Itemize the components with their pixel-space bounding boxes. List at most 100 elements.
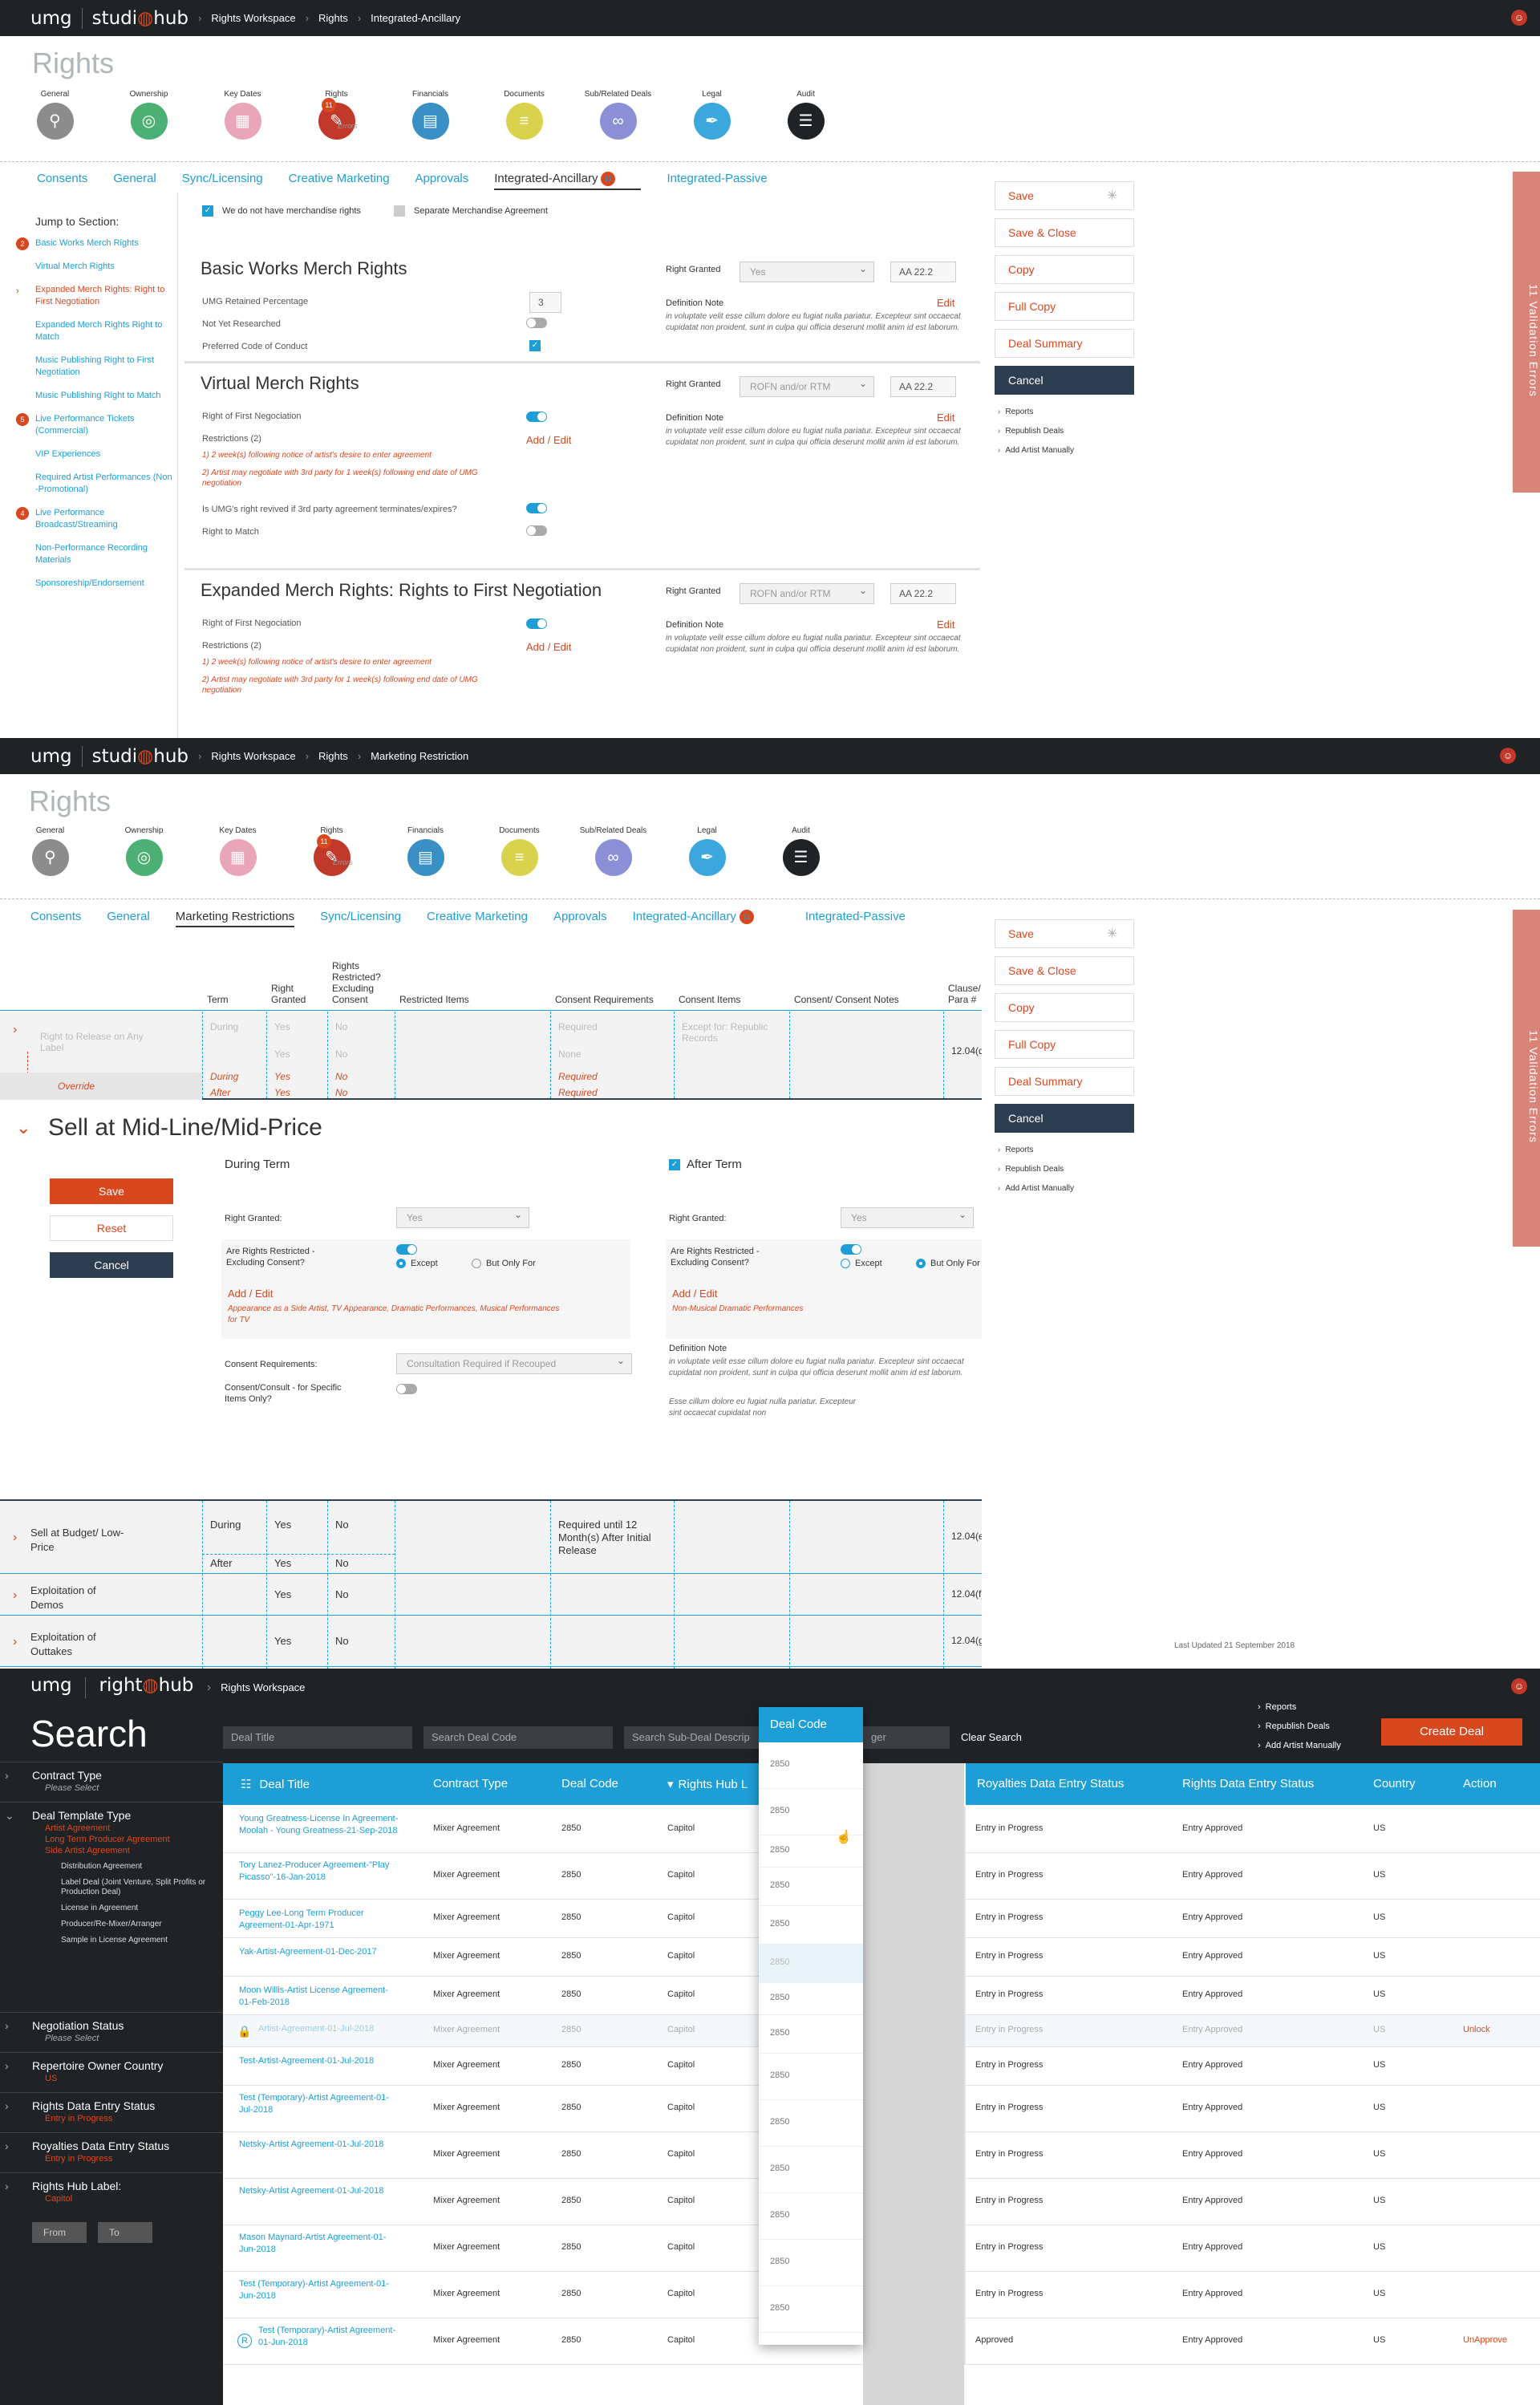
label-search[interactable]: ger bbox=[863, 1726, 950, 1749]
filter-rights-hub-label-[interactable]: › Rights Hub Label: Capitol bbox=[0, 2172, 223, 2212]
breadcrumb-item[interactable]: Rights bbox=[318, 750, 348, 762]
nav-financials[interactable]: Financials ▤ bbox=[379, 817, 472, 876]
consent-consult-toggle[interactable] bbox=[396, 1384, 417, 1394]
jump-link[interactable]: Live Performance Broadcast/Streaming 4 bbox=[16, 507, 177, 531]
full-copy-button[interactable]: Full Copy bbox=[995, 292, 1134, 321]
column-header[interactable]: Royalties Data Entry Status bbox=[977, 1777, 1124, 1791]
validation-errors-tab[interactable]: 11 Validation Errors bbox=[1513, 172, 1540, 493]
column-header[interactable]: Country bbox=[1373, 1777, 1416, 1791]
jump-link[interactable]: Expanded Merch Rights: Right to First Ne… bbox=[16, 284, 177, 308]
but-only-radio[interactable]: But Only For bbox=[472, 1259, 536, 1269]
user-icon[interactable]: ☺ bbox=[1511, 10, 1527, 26]
deal-title-link[interactable]: Test (Temporary)-Artist Agreement-01-Jul… bbox=[239, 2092, 399, 2116]
deal-title-link[interactable]: Netsky-Artist Agreement-01-Jul-2018 bbox=[239, 2139, 399, 2151]
lock-icon[interactable]: 🔒 bbox=[237, 2025, 251, 2038]
save-button[interactable]: Save bbox=[50, 1178, 173, 1204]
except-radio[interactable]: Except bbox=[396, 1259, 438, 1269]
side-link[interactable]: › Add Artist Manually bbox=[998, 446, 1074, 455]
reset-button[interactable]: Reset bbox=[50, 1215, 173, 1241]
conduct-checkbox[interactable]: ✓ bbox=[529, 340, 541, 351]
nav-legal[interactable]: Legal ✒ bbox=[660, 817, 754, 876]
deal-title-search[interactable]: Deal Title bbox=[223, 1726, 412, 1749]
no-merch-checkbox[interactable]: ✓ bbox=[202, 205, 213, 217]
except-radio[interactable]: Except bbox=[841, 1259, 882, 1269]
jump-link[interactable]: Music Publishing Right to First Negotiat… bbox=[35, 355, 177, 379]
right-granted-select[interactable]: ROFN and/or RTM bbox=[740, 581, 874, 604]
retained-percentage-input[interactable]: 3 bbox=[529, 292, 561, 313]
nav-rights[interactable]: Rights ✎ 11 Errors bbox=[290, 80, 383, 140]
deal-title-link[interactable]: Test (Temporary)-Artist Agreement-01-Jun… bbox=[258, 2325, 399, 2349]
tab-marketing-restrictions[interactable]: Marketing Restrictions bbox=[175, 910, 295, 927]
column-header[interactable]: Action bbox=[1463, 1777, 1497, 1791]
column-header[interactable]: Deal Code bbox=[561, 1777, 618, 1791]
nav-legal[interactable]: Legal ✒ bbox=[665, 80, 759, 140]
nav-key-dates[interactable]: Key Dates ▦ bbox=[191, 817, 285, 876]
header-link[interactable]: › Add Artist Manually bbox=[1258, 1736, 1341, 1755]
filter-contract-type[interactable]: › Contract Type Please Select bbox=[0, 1762, 223, 1802]
side-link[interactable]: › Republish Deals bbox=[998, 427, 1064, 436]
tab-consents[interactable]: Consents bbox=[37, 172, 87, 190]
clause-input[interactable]: AA 22.2 bbox=[890, 376, 956, 397]
chevron-right-icon[interactable]: › bbox=[13, 1023, 17, 1037]
deal-title-link[interactable]: Yak-Artist-Agreement-01-Dec-2017 bbox=[239, 1946, 399, 1958]
copy-button[interactable]: Copy bbox=[995, 255, 1134, 284]
validation-errors-tab[interactable]: 11 Validation Errors bbox=[1513, 910, 1540, 1247]
copy-button[interactable]: Copy bbox=[995, 993, 1134, 1022]
tab-general[interactable]: General bbox=[113, 172, 156, 190]
jump-link[interactable]: Basic Works Merch Rights 2 bbox=[16, 237, 177, 250]
deal-title-link[interactable]: Moon Willis-Artist License Agreement-01-… bbox=[239, 1985, 399, 2009]
nav-general[interactable]: General ⚲ bbox=[8, 80, 102, 140]
column-header[interactable]: ▾ Rights Hub L bbox=[667, 1777, 748, 1791]
filter-repertoire-owner-country[interactable]: › Repertoire Owner Country US bbox=[0, 2052, 223, 2092]
cancel-button[interactable]: Cancel bbox=[50, 1252, 173, 1278]
nav-key-dates[interactable]: Key Dates ▦ bbox=[196, 80, 290, 140]
breadcrumb-item[interactable]: Rights bbox=[318, 12, 348, 24]
jump-link[interactable]: Non-Performance Recording Materials bbox=[35, 542, 177, 566]
tab-creative-marketing[interactable]: Creative Marketing bbox=[289, 172, 390, 190]
nav-audit[interactable]: Audit ☰ bbox=[759, 80, 853, 140]
cancel-button[interactable]: Cancel bbox=[995, 366, 1134, 395]
umg-logo[interactable]: umg bbox=[30, 8, 72, 29]
breadcrumb-item[interactable]: Rights Workspace bbox=[211, 12, 295, 24]
nav-documents[interactable]: Documents ≡ bbox=[472, 817, 566, 876]
side-link[interactable]: › Reports bbox=[998, 408, 1033, 416]
nav-audit[interactable]: Audit ☰ bbox=[754, 817, 848, 876]
breadcrumb-item[interactable]: Rights Workspace bbox=[221, 1681, 305, 1693]
user-icon[interactable]: ☺ bbox=[1511, 1678, 1527, 1694]
nav-ownership[interactable]: Ownership ◎ bbox=[102, 80, 196, 140]
deal-title-link[interactable]: Peggy Lee-Long Term Producer Agreement-0… bbox=[239, 1908, 399, 1932]
filter-option[interactable]: Side Artist Agreement bbox=[45, 1846, 223, 1855]
deal-title-link[interactable]: Test-Artist-Agreement-01-Jul-2018 bbox=[239, 2055, 399, 2067]
not-researched-toggle[interactable] bbox=[526, 318, 547, 328]
deal-title-link[interactable]: Test (Temporary)-Artist Agreement-01-Jun… bbox=[239, 2278, 399, 2302]
clear-search-link[interactable]: Clear Search bbox=[961, 1731, 1022, 1743]
filter-sub-option[interactable]: Label Deal (Joint Venture, Split Profits… bbox=[61, 1878, 221, 1897]
right-granted-select[interactable]: Yes bbox=[396, 1205, 529, 1228]
deal-title-link[interactable]: Artist-Agreement-01-Jul-2018 bbox=[258, 2023, 399, 2035]
after-term-checkbox[interactable]: ✓ bbox=[669, 1159, 680, 1170]
but-only-radio[interactable]: But Only For bbox=[916, 1259, 980, 1269]
add-edit-link[interactable]: Add / Edit bbox=[672, 1288, 717, 1300]
jump-link[interactable]: VIP Experiences bbox=[35, 448, 177, 460]
add-edit-link[interactable]: Add / Edit bbox=[526, 641, 571, 653]
chevron-right-icon[interactable]: › bbox=[13, 1588, 17, 1603]
unlock-link[interactable]: Unlock bbox=[1463, 2025, 1490, 2034]
nav-documents[interactable]: Documents ≡ bbox=[477, 80, 571, 140]
user-icon[interactable]: ☺ bbox=[1500, 748, 1516, 764]
right-granted-select[interactable]: Yes bbox=[841, 1205, 974, 1228]
first-negotiation-toggle[interactable] bbox=[526, 618, 547, 629]
chevron-right-icon[interactable]: › bbox=[13, 1531, 17, 1545]
add-edit-link[interactable]: Add / Edit bbox=[228, 1288, 273, 1300]
create-deal-button[interactable]: Create Deal bbox=[1381, 1718, 1522, 1746]
edit-link[interactable]: Edit bbox=[937, 412, 954, 424]
chevron-down-icon[interactable]: ⌄ bbox=[16, 1117, 30, 1138]
deal-code-column-drag[interactable]: Deal Code 2850 2850 2850 2850 2850 2850 2850 285… bbox=[759, 1707, 863, 2345]
filter-royalties-data-entry-status[interactable]: › Royalties Data Entry Status Entry in Pro… bbox=[0, 2132, 223, 2172]
deal-summary-button[interactable]: Deal Summary bbox=[995, 1067, 1134, 1096]
tab-sync-licensing[interactable]: Sync/Licensing bbox=[182, 172, 263, 190]
deal-title-link[interactable]: Netsky-Artist Agreement-01-Jul-2018 bbox=[239, 2185, 399, 2197]
tab-integrated-passive[interactable]: Integrated-Passive bbox=[805, 910, 906, 927]
umg-logo[interactable]: umg bbox=[30, 1675, 72, 1696]
righthub-logo[interactable]: right◍hub bbox=[99, 1675, 194, 1696]
deal-summary-button[interactable]: Deal Summary bbox=[995, 329, 1134, 358]
